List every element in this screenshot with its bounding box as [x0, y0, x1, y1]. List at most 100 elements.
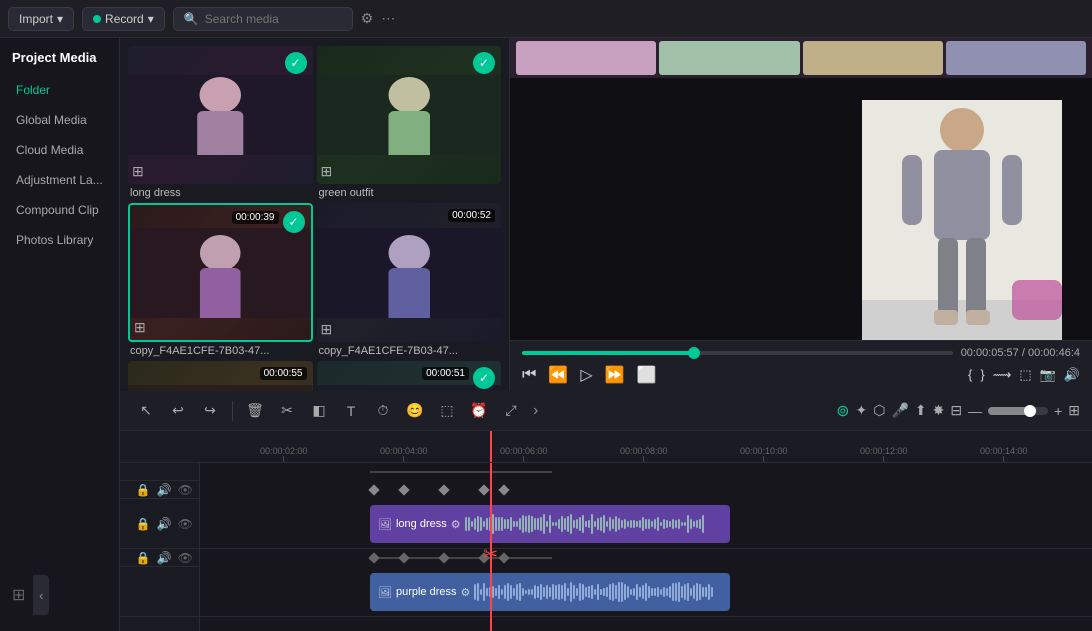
search-bar[interactable]: 🔍 — [173, 7, 353, 31]
media-duration: 00:00:51 — [422, 367, 469, 380]
sidebar-item-compound-clip[interactable]: Compound Clip — [4, 196, 115, 224]
progress-thumb[interactable] — [688, 347, 700, 359]
list-item[interactable]: ✓ ⊞ green outfit — [317, 46, 502, 199]
extract-button[interactable]: ⬆ — [915, 402, 927, 419]
step-forward-button[interactable]: ⏩ — [605, 365, 625, 385]
snapshot-button[interactable]: 📷 — [1040, 367, 1056, 383]
record-button[interactable]: Record ▾ — [82, 7, 165, 31]
text-button[interactable]: T — [337, 397, 365, 425]
effects-button[interactable]: ✦ — [855, 402, 867, 419]
plus-button[interactable]: + — [1054, 403, 1062, 419]
clip-icon: 🖼 — [378, 586, 392, 599]
track-audio-visible-icon[interactable]: 👁 — [178, 551, 193, 565]
media-thumbnail[interactable]: 00:00:55 ⊞ — [128, 361, 313, 391]
ruler-mark: 00:00:04:00 — [380, 446, 428, 462]
ai-button[interactable]: ✸ — [933, 402, 945, 419]
keyframe-diamond-mid[interactable] — [368, 552, 379, 563]
keyframe-diamond-mid[interactable] — [398, 552, 409, 563]
mic-button[interactable]: 🎤 — [891, 402, 908, 419]
media-grid: ✓ ⊞ long dress ✓ — [120, 38, 509, 391]
media-item-label: long dress — [128, 187, 313, 199]
sidebar-item-global-media[interactable]: Global Media — [4, 106, 115, 134]
media-thumbnail[interactable]: 00:00:39 ✓ ⊞ — [128, 203, 313, 341]
track-video-lock-icon[interactable]: 🔒 — [136, 517, 151, 531]
keyframe-diamond-mid[interactable] — [438, 552, 449, 563]
minus-button[interactable]: — — [968, 403, 982, 419]
filter-icon[interactable]: ⚙ — [361, 10, 374, 27]
grid-button[interactable]: ⊞ — [1068, 402, 1080, 419]
video-clip-long-dress[interactable]: 🖼 long dress ⚙ // Will be generated by i… — [370, 505, 730, 543]
list-item[interactable]: ✓ ⊞ long dress — [128, 46, 313, 199]
media-thumbnail[interactable]: 00:00:51 ✓ ⊞ — [317, 361, 502, 391]
media-selected-check: ✓ — [285, 52, 307, 74]
zoom-slider[interactable] — [988, 407, 1048, 415]
record-dot-icon — [93, 15, 101, 23]
list-item[interactable]: 00:00:55 ⊞ copy_F4AE1CFE-7B03-47... — [128, 361, 313, 391]
video-track-row: 🖼 long dress ⚙ // Will be generated by i… — [200, 499, 1092, 549]
media-thumbnail[interactable]: ✓ ⊞ — [128, 46, 313, 184]
add-folder-button[interactable]: ⊞ — [12, 585, 25, 605]
media-thumbnail[interactable]: 00:00:52 ⊞ — [317, 203, 502, 341]
clip-settings-icon: ⚙ — [461, 586, 471, 599]
media-duration: 00:00:52 — [448, 209, 495, 222]
search-input[interactable] — [205, 12, 342, 26]
timeline-area: 00:00:02:00 00:00:04:00 00:00:06:00 00:0… — [120, 431, 1092, 631]
sidebar-item-cloud-media[interactable]: Cloud Media — [4, 136, 115, 164]
play-button[interactable]: ▷ — [580, 365, 592, 385]
speed-button[interactable]: ⏱ — [369, 397, 397, 425]
audio-button[interactable]: 🔊 — [1064, 367, 1080, 383]
record-chevron-icon: ▾ — [148, 12, 154, 26]
list-item[interactable]: 00:00:39 ✓ ⊞ copy_F4AE1CFE-7B03-47... — [128, 203, 313, 356]
undo-button[interactable]: ↩ — [164, 397, 192, 425]
keyframe-diamond[interactable] — [498, 484, 509, 495]
mark-out-button[interactable]: } — [980, 367, 984, 383]
step-back-button[interactable]: ⏪ — [548, 365, 568, 385]
select-tool-button[interactable]: ↖ — [132, 397, 160, 425]
monitor-button[interactable]: ⬚ — [1019, 367, 1031, 383]
sidebar: Project Media Folder Global Media Cloud … — [0, 38, 120, 631]
overlay-button[interactable]: ⬚ — [433, 397, 461, 425]
playhead-ruler — [490, 431, 492, 462]
sidebar-collapse-button[interactable]: ‹ — [33, 575, 49, 615]
timeline-mode-button[interactable]: ⊚ — [836, 401, 849, 421]
cut-button[interactable]: ✂ — [273, 397, 301, 425]
list-item[interactable]: 00:00:51 ✓ ⊞ copy_F4AE1CFE-7B03-47... — [317, 361, 502, 391]
keyframe-diamond-mid[interactable] — [498, 552, 509, 563]
mark-in-button[interactable]: { — [968, 367, 972, 383]
sidebar-item-photos-library[interactable]: Photos Library — [4, 226, 115, 254]
track-video-mute-icon[interactable]: 🔊 — [157, 517, 172, 531]
preview-progress-bar[interactable]: 00:00:05:57 / 00:00:46:4 — [522, 347, 1080, 359]
mask-button[interactable]: ⬡ — [873, 402, 885, 419]
emoji-button[interactable]: 😊 — [401, 397, 429, 425]
sidebar-item-adjustment[interactable]: Adjustment La... — [4, 166, 115, 194]
sidebar-item-folder[interactable]: Folder — [4, 76, 115, 104]
keyframe-diamond[interactable] — [398, 484, 409, 495]
media-thumbnail[interactable]: ✓ ⊞ — [317, 46, 502, 184]
timer-button[interactable]: ⏰ — [465, 397, 493, 425]
expand-button[interactable]: ⤢ — [497, 397, 525, 425]
crop-button[interactable]: ◧ — [305, 397, 333, 425]
track-lock-icon[interactable]: 🔒 — [136, 483, 151, 497]
split-button[interactable]: ⊟ — [950, 402, 962, 419]
keyframe-diamond[interactable] — [438, 484, 449, 495]
keyframe-diamond[interactable] — [478, 484, 489, 495]
list-item[interactable]: 00:00:52 ⊞ copy_F4AE1CFE-7B03-47... — [317, 203, 502, 356]
audio-clip-purple-dress[interactable]: 🖼 purple dress ⚙ — [370, 573, 730, 611]
import-button[interactable]: Import ▾ — [8, 7, 74, 31]
current-time: 00:00:05:57 / 00:00:46:4 — [961, 347, 1080, 359]
redo-button[interactable]: ↪ — [196, 397, 224, 425]
insert-button[interactable]: ⟿ — [993, 367, 1012, 383]
track-visible-icon[interactable]: 👁 — [178, 483, 193, 497]
track-mute-icon[interactable]: 🔊 — [157, 483, 172, 497]
right-toolbar: ⊚ ✦ ⬡ 🎤 ⬆ ✸ ⊟ — + ⊞ — [836, 401, 1080, 421]
more-tools-button[interactable]: › — [533, 402, 538, 420]
keyframe-diamond[interactable] — [368, 484, 379, 495]
track-video-visible-icon[interactable]: 👁 — [178, 517, 193, 531]
fullscreen-button[interactable]: ⬜ — [637, 365, 657, 385]
seek-bar[interactable] — [522, 351, 953, 355]
rewind-button[interactable]: ⏮ — [522, 366, 536, 384]
track-audio-mute-icon[interactable]: 🔊 — [157, 551, 172, 565]
delete-button[interactable]: 🗑 — [241, 397, 269, 425]
track-audio-lock-icon[interactable]: 🔒 — [136, 551, 151, 565]
more-options-icon[interactable]: ⋯ — [381, 10, 395, 27]
